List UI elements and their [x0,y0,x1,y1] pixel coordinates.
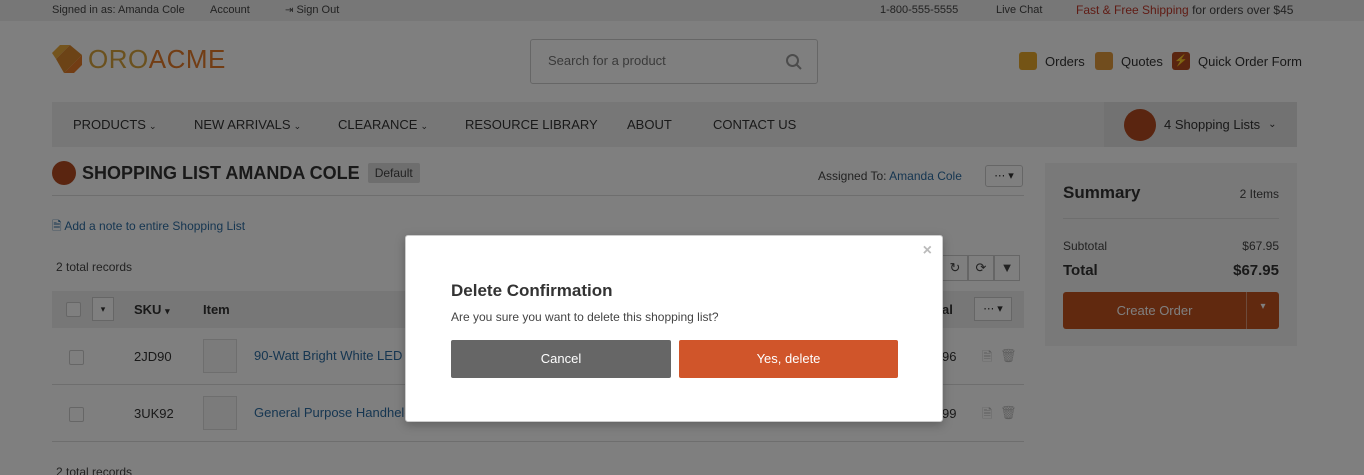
cancel-button[interactable]: Cancel [451,340,671,378]
close-icon[interactable]: × [923,242,932,260]
dialog-message: Are you sure you want to delete this sho… [451,310,719,324]
delete-confirmation-dialog: × Delete Confirmation Are you sure you w… [405,235,943,422]
confirm-delete-button[interactable]: Yes, delete [679,340,898,378]
dialog-title: Delete Confirmation [451,281,613,300]
